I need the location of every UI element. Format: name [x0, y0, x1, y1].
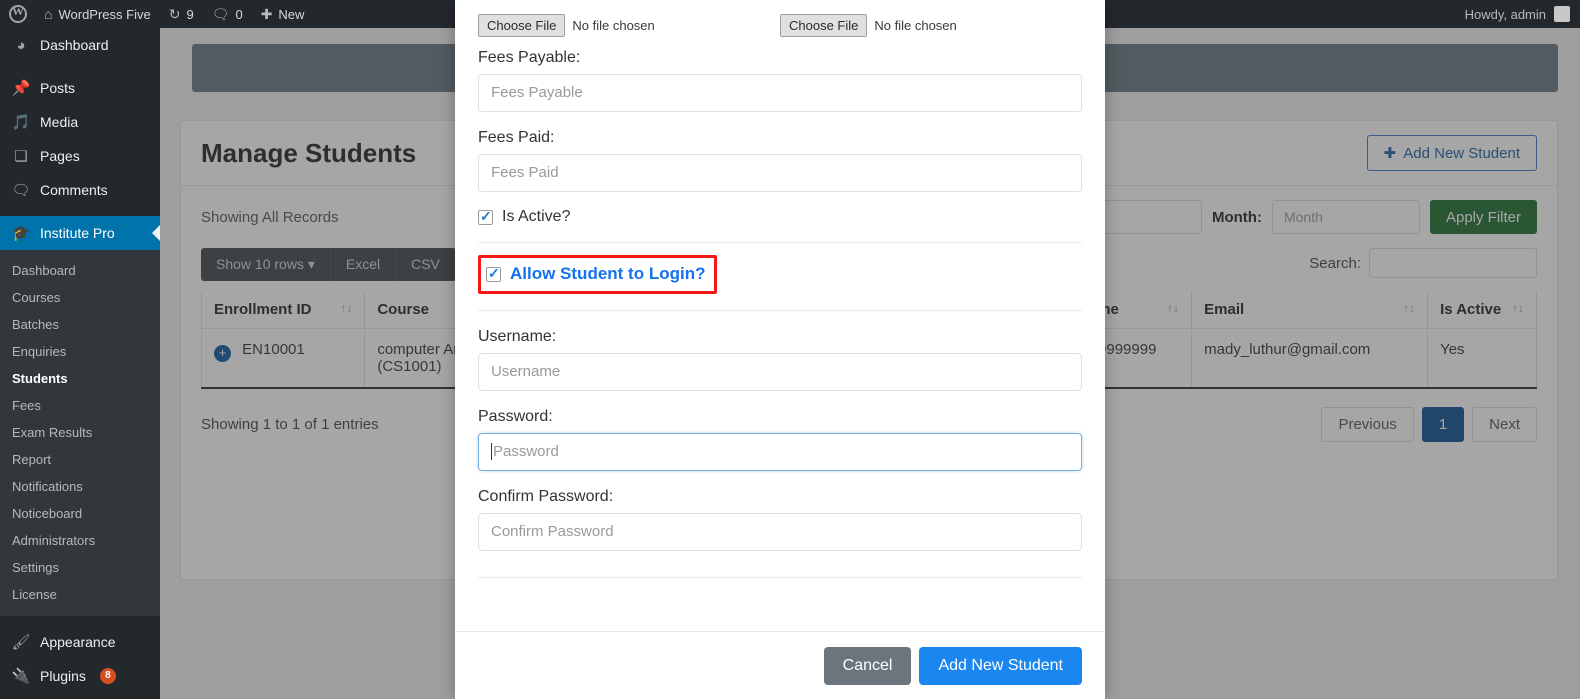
choose-file-button-2[interactable]: Choose File [780, 14, 868, 37]
allow-student-login-highlight[interactable]: Allow Student to Login? [478, 255, 718, 294]
password-input[interactable]: Password [478, 433, 1082, 471]
submenu-item-courses[interactable]: Courses [0, 284, 160, 311]
is-active-label: Is Active? [502, 208, 571, 225]
is-active-checkbox-row[interactable]: Is Active? [478, 208, 1082, 226]
allow-student-login-label: Allow Student to Login? [510, 264, 706, 283]
submit-add-student-button[interactable]: Add New Student [919, 647, 1082, 685]
submenu-item-noticeboard[interactable]: Noticeboard [0, 500, 160, 527]
sidebar-label-pages: Pages [40, 148, 80, 164]
site-name-menu[interactable]: ⌂ WordPress Five [35, 0, 160, 28]
submenu-item-settings[interactable]: Settings [0, 554, 160, 581]
updates-count: 9 [186, 6, 194, 22]
sidebar-label-media: Media [40, 114, 79, 130]
is-active-checkbox[interactable] [478, 208, 493, 225]
sidebar-item-pages[interactable]: ❏ Pages [0, 139, 160, 173]
fees-paid-input[interactable]: Fees Paid [478, 154, 1082, 192]
wordpress-logo-icon [9, 4, 27, 23]
submenu-item-enquiries[interactable]: Enquiries [0, 338, 160, 365]
avatar [1554, 6, 1570, 22]
brush-icon: 🖌 [11, 634, 31, 651]
sidebar-separator [0, 62, 160, 71]
sidebar-item-dashboard[interactable]: ◕ Dashboard [0, 28, 160, 62]
submenu-item-notifications[interactable]: Notifications [0, 473, 160, 500]
divider-above-allow-login [478, 242, 1082, 243]
comments-count: 0 [235, 6, 243, 22]
confirm-password-input[interactable]: Confirm Password [478, 513, 1082, 551]
cancel-button[interactable]: Cancel [823, 647, 912, 685]
admin-sidebar: ◕ Dashboard 📌 Posts 🎵 Media ❏ Pages 🗨 Co… [0, 28, 160, 699]
comment-icon: 🗨 [211, 6, 230, 22]
divider-below-allow-login [478, 310, 1082, 311]
modal-body: Choose File No file chosen Choose File N… [455, 0, 1105, 578]
home-icon: ⌂ [44, 6, 53, 22]
confirm-password-label: Confirm Password: [478, 488, 614, 505]
new-content-menu[interactable]: ✚ New [252, 0, 314, 28]
updates-menu[interactable]: ↻ 9 [160, 0, 203, 28]
submenu-item-batches[interactable]: Batches [0, 311, 160, 338]
username-label: Username: [478, 328, 557, 345]
password-placeholder: Password [493, 443, 559, 460]
modal-footer-divider [478, 577, 1082, 578]
choose-file-button-1[interactable]: Choose File [478, 14, 566, 37]
sidebar-label-institute-pro: Institute Pro [40, 225, 115, 241]
fees-payable-input[interactable]: Fees Payable [478, 74, 1082, 112]
new-label: New [278, 6, 305, 22]
file-upload-2[interactable]: Choose File No file chosen [780, 14, 1082, 37]
plug-icon: 🔌 [11, 668, 31, 685]
plus-icon: ✚ [260, 6, 273, 22]
howdy-label: Howdy, admin [1464, 6, 1546, 22]
pin-icon: 📌 [11, 80, 31, 97]
dashboard-icon: ◕ [16, 36, 26, 54]
file-status-2: No file chosen [874, 18, 957, 33]
sidebar-item-posts[interactable]: 📌 Posts [0, 71, 160, 105]
wp-logo-menu[interactable] [0, 0, 35, 28]
allow-student-login-checkbox[interactable] [486, 265, 501, 282]
sidebar-item-institute-pro[interactable]: 🎓 Institute Pro [0, 216, 160, 250]
page-icon: ❏ [14, 148, 28, 165]
fees-paid-label: Fees Paid: [478, 129, 555, 146]
sidebar-label-dashboard: Dashboard [40, 37, 109, 53]
file-status-1: No file chosen [572, 18, 655, 33]
institute-pro-submenu: Dashboard Courses Batches Enquiries Stud… [0, 250, 160, 616]
submenu-item-license[interactable]: License [0, 581, 160, 608]
sidebar-label-comments: Comments [40, 182, 108, 198]
submenu-item-administrators[interactable]: Administrators [0, 527, 160, 554]
sidebar-item-comments[interactable]: 🗨 Comments [0, 173, 160, 207]
updates-icon: ↻ [168, 6, 181, 22]
sidebar-item-plugins[interactable]: 🔌 Plugins 8 [0, 659, 160, 693]
username-input[interactable]: Username [478, 353, 1082, 391]
plugins-update-badge: 8 [99, 668, 116, 684]
add-student-modal: Choose File No file chosen Choose File N… [455, 0, 1105, 699]
account-menu[interactable]: Howdy, admin [1465, 6, 1580, 22]
submenu-item-dashboard[interactable]: Dashboard [0, 257, 160, 284]
sidebar-label-plugins: Plugins [40, 668, 86, 684]
fees-payable-label: Fees Payable: [478, 49, 581, 66]
sidebar-item-appearance[interactable]: 🖌 Appearance [0, 625, 160, 659]
media-icon: 🎵 [11, 114, 31, 131]
graduation-cap-icon: 🎓 [11, 225, 31, 242]
text-caret [491, 443, 492, 460]
submenu-item-exam-results[interactable]: Exam Results [0, 419, 160, 446]
submenu-item-fees[interactable]: Fees [0, 392, 160, 419]
site-title-label: WordPress Five [58, 6, 151, 22]
file-upload-row: Choose File No file chosen Choose File N… [478, 0, 1082, 37]
sidebar-label-appearance: Appearance [40, 634, 116, 650]
file-upload-1[interactable]: Choose File No file chosen [478, 14, 780, 37]
submenu-item-report[interactable]: Report [0, 446, 160, 473]
comments-menu[interactable]: 🗨 0 [203, 0, 252, 28]
sidebar-separator-3 [0, 616, 160, 625]
submenu-item-students[interactable]: Students [0, 365, 160, 392]
sidebar-label-posts: Posts [40, 80, 76, 96]
sidebar-separator-2 [0, 207, 160, 216]
comment-icon: 🗨 [11, 182, 31, 199]
sidebar-item-media[interactable]: 🎵 Media [0, 105, 160, 139]
password-label: Password: [478, 408, 553, 425]
modal-footer: Cancel Add New Student [455, 631, 1105, 699]
